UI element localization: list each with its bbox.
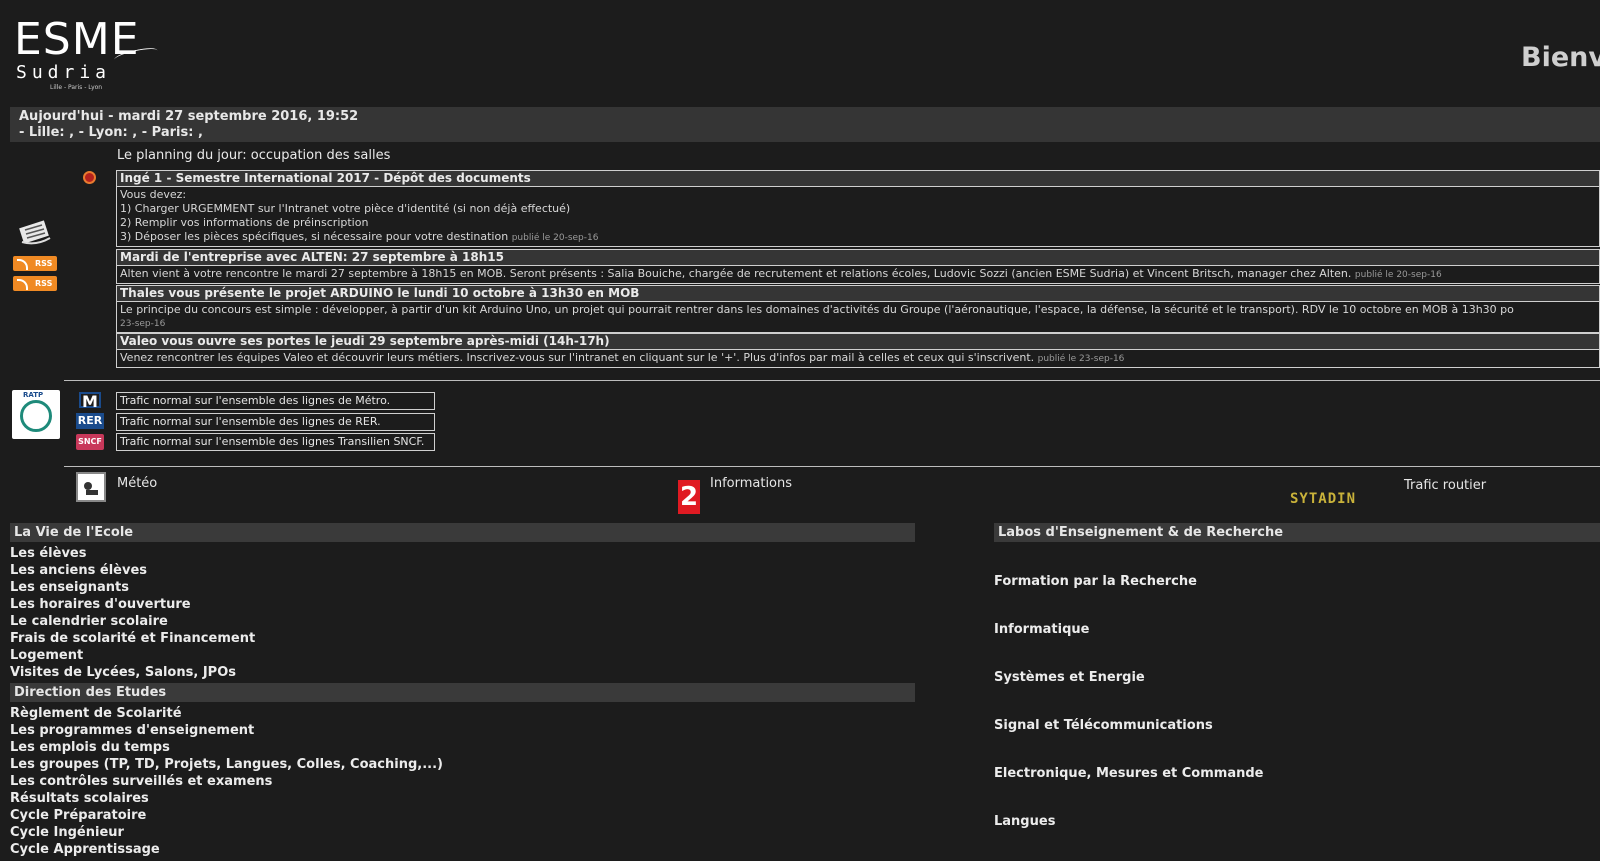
news-published: 23-sep-16 [120, 319, 166, 329]
news-line: Venez rencontrer les équipes Valeo et dé… [120, 351, 1035, 364]
sncf-icon: SNCF [76, 434, 104, 450]
link-informatique[interactable]: Informatique [994, 622, 1089, 637]
news-published: publié le 20-sep-16 [1354, 270, 1442, 280]
logo-sub-text: Sudria [16, 62, 112, 83]
link-controles[interactable]: Les contrôles surveillés et examens [10, 773, 272, 790]
today-weather: - Lille: , - Lyon: , - Paris: , [19, 125, 203, 140]
news-published: publié le 20-sep-16 [511, 233, 599, 243]
news-line: 3) Déposer les pièces spécifiques, si né… [120, 230, 509, 243]
divider [64, 466, 1600, 467]
link-anciens-eleves[interactable]: Les anciens élèves [10, 562, 147, 579]
informations-link[interactable]: Informations [710, 476, 792, 491]
link-horaires[interactable]: Les horaires d'ouverture [10, 596, 191, 613]
planning-link[interactable]: Le planning du jour: occupation des sall… [117, 148, 390, 163]
link-langues[interactable]: Langues [994, 814, 1055, 829]
link-calendrier[interactable]: Le calendrier scolaire [10, 613, 168, 630]
news-published: publié le 23-sep-16 [1037, 354, 1125, 364]
news-line: Vous devez: [120, 188, 187, 201]
traffic-sncf[interactable]: Trafic normal sur l'ensemble des lignes … [116, 433, 435, 451]
link-programmes[interactable]: Les programmes d'enseignement [10, 722, 254, 739]
welcome-title: Bienv [1521, 42, 1600, 73]
today-date: Aujourd'hui - mardi 27 septembre 2016, 1… [19, 109, 359, 124]
link-signal-telecom[interactable]: Signal et Télécommunications [994, 718, 1213, 733]
link-cycle-ingenieur[interactable]: Cycle Ingénieur [10, 824, 124, 841]
meteo-link[interactable]: Météo [117, 476, 157, 491]
logo-cities: Lille - Paris - Lyon [50, 84, 103, 91]
section-vie-ecole: La Vie de l'Ecole [10, 523, 915, 542]
link-groupes[interactable]: Les groupes (TP, TD, Projets, Langues, C… [10, 756, 443, 773]
trafic-routier-link[interactable]: Trafic routier [1404, 478, 1486, 493]
link-enseignants[interactable]: Les enseignants [10, 579, 129, 596]
rss-feed-button-1[interactable]: RSS [13, 256, 57, 271]
link-cycle-preparatoire[interactable]: Cycle Préparatoire [10, 807, 146, 824]
news-item: Valeo vous ouvre ses portes le jeudi 29 … [116, 333, 1600, 368]
metro-icon: M [79, 392, 101, 410]
traffic-rer[interactable]: Trafic normal sur l'ensemble des lignes … [116, 413, 435, 431]
link-cycle-apprentissage[interactable]: Cycle Apprentissage [10, 841, 160, 858]
news-line: 1) Charger URGEMMENT sur l'Intranet votr… [120, 202, 571, 215]
ratp-logo[interactable]: RATP [12, 390, 60, 439]
weather-icon[interactable] [76, 472, 106, 502]
traffic-metro[interactable]: Trafic normal sur l'ensemble des lignes … [116, 392, 435, 410]
news-title[interactable]: Thales vous présente le projet ARDUINO l… [117, 286, 1599, 302]
rer-icon: RER [76, 413, 104, 429]
news-item: Ingé 1 - Semestre International 2017 - D… [116, 170, 1600, 247]
link-emplois-du-temps[interactable]: Les emplois du temps [10, 739, 170, 756]
link-resultats[interactable]: Résultats scolaires [10, 790, 149, 807]
newspaper-icon [18, 218, 54, 246]
section-direction-etudes: Direction des Etudes [10, 683, 915, 702]
news-title[interactable]: Valeo vous ouvre ses portes le jeudi 29 … [117, 334, 1599, 350]
rss-feed-button-2[interactable]: RSS [13, 276, 57, 291]
link-systemes-energie[interactable]: Systèmes et Energie [994, 670, 1145, 685]
esme-sudria-logo[interactable]: ESME Sudria Lille - Paris - Lyon [14, 18, 159, 96]
link-frais[interactable]: Frais de scolarité et Financement [10, 630, 255, 647]
link-eleves[interactable]: Les élèves [10, 545, 86, 562]
link-visites[interactable]: Visites de Lycées, Salons, JPOs [10, 664, 236, 681]
link-logement[interactable]: Logement [10, 647, 83, 664]
divider [64, 380, 1600, 381]
link-reglement[interactable]: Règlement de Scolarité [10, 705, 182, 722]
alert-icon [83, 171, 96, 184]
news-line: 2) Remplir vos informations de préinscri… [120, 216, 369, 229]
section-labos: Labos d'Enseignement & de Recherche [994, 523, 1600, 542]
news-title[interactable]: Ingé 1 - Semestre International 2017 - D… [117, 171, 1599, 187]
news-item: Mardi de l'entreprise avec ALTEN: 27 sep… [116, 249, 1600, 284]
news-title[interactable]: Mardi de l'entreprise avec ALTEN: 27 sep… [117, 250, 1599, 266]
ratp-label: RATP [23, 391, 44, 399]
news-line: Le principe du concours est simple : dév… [120, 303, 1514, 316]
ratp-ring-icon [20, 400, 52, 432]
news-item: Thales vous présente le projet ARDUINO l… [116, 285, 1600, 333]
link-electronique[interactable]: Electronique, Mesures et Commande [994, 766, 1263, 781]
link-formation-recherche[interactable]: Formation par la Recherche [994, 574, 1197, 589]
today-bar: Aujourd'hui - mardi 27 septembre 2016, 1… [10, 107, 1600, 142]
sytadin-logo[interactable]: SYTADIN [1290, 490, 1394, 508]
news-line: Alten vient à votre rencontre le mardi 2… [120, 267, 1352, 280]
france2-icon[interactable]: 2 [678, 480, 700, 514]
